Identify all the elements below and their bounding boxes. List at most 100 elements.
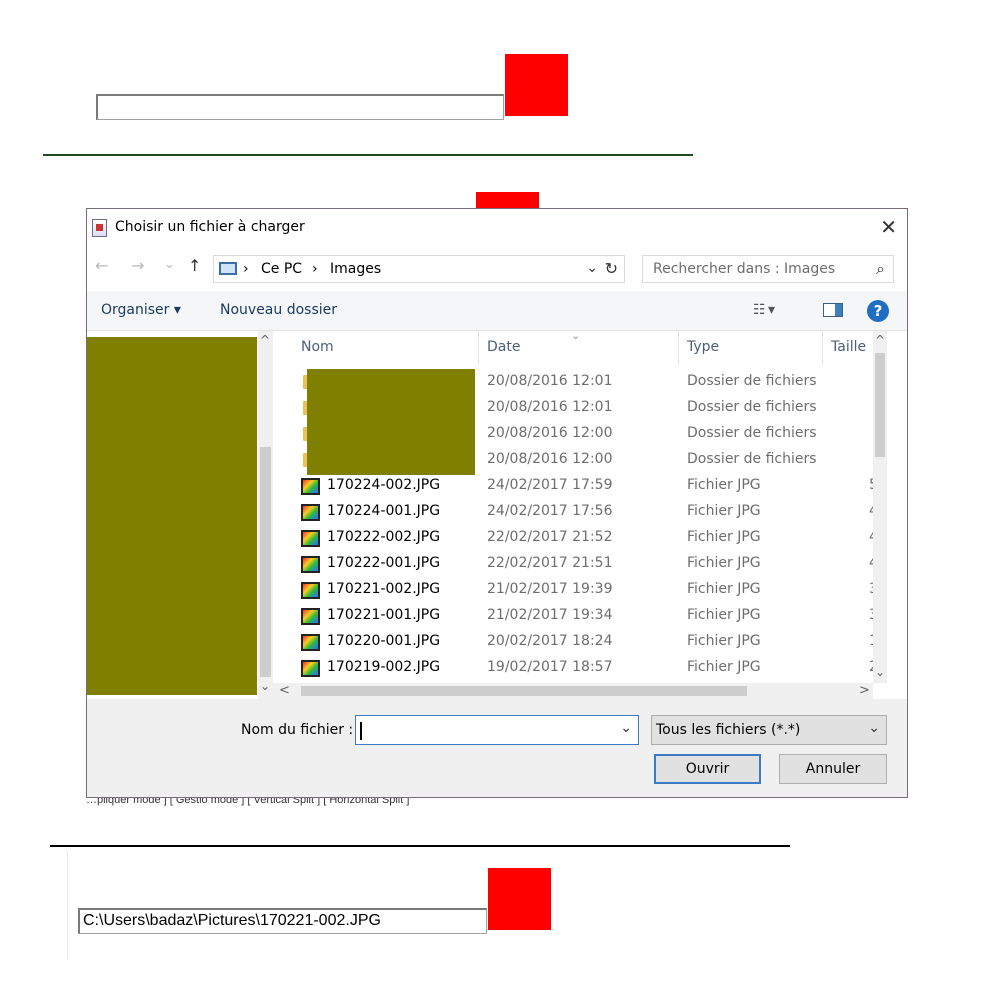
file-type: Fichier JPG — [687, 659, 761, 675]
text-caret — [360, 722, 362, 740]
dialog-title-bar[interactable]: Choisir un fichier à charger ✕ — [87, 209, 907, 247]
column-header-name-label: Nom — [301, 339, 334, 355]
jpg-file-icon — [301, 634, 320, 651]
address-dropdown-chevron-icon[interactable]: ⌄ — [586, 260, 598, 276]
search-box[interactable]: Rechercher dans : Images ⌕ — [642, 255, 894, 283]
navigation-pane-scrollbar[interactable]: ^ ⌄ — [258, 331, 273, 699]
preview-pane-icon[interactable] — [823, 303, 843, 317]
file-date: 22/02/2017 21:51 — [487, 555, 613, 571]
sort-indicator-icon: ⌄ — [571, 329, 581, 342]
scrollbar-thumb[interactable] — [875, 353, 885, 457]
file-type-filter-select[interactable]: Tous les fichiers (*.*) ⌄ — [651, 715, 887, 745]
search-icon[interactable]: ⌕ — [876, 259, 885, 279]
breadcrumb-images[interactable]: Images — [330, 261, 381, 277]
scroll-up-arrow-icon[interactable]: ^ — [260, 333, 270, 347]
table-row[interactable]: 170219-002.JPG 19/02/2017 18:57 Fichier JP… — [273, 655, 873, 681]
jpg-file-icon — [301, 478, 320, 495]
jpg-file-icon — [301, 556, 320, 573]
recent-locations-chevron-icon[interactable]: ⌄ — [164, 257, 175, 272]
resize-grip-icon[interactable]: ⋰ — [896, 797, 905, 798]
redacted-navigation-tree — [87, 337, 257, 695]
column-header-size[interactable]: Taille — [823, 331, 873, 365]
address-bar[interactable]: › Ce PC › Images ⌄ ↻ — [213, 255, 625, 283]
scrollbar-thumb[interactable] — [260, 447, 271, 677]
navigation-bar: ← → ⌄ ↑ › Ce PC › Images ⌄ ↻ Rechercher … — [87, 247, 907, 291]
dialog-footer: Nom du fichier : ⌄ Tous les fichiers (*.… — [87, 699, 907, 798]
scroll-left-arrow-icon[interactable]: < — [279, 683, 290, 698]
column-header-name[interactable]: Nom — [273, 331, 479, 365]
file-type: Fichier JPG — [687, 529, 761, 545]
file-name: 170221-002.JPG — [327, 581, 441, 597]
file-list-horizontal-scrollbar[interactable]: < > — [273, 683, 873, 699]
table-row[interactable]: 170222-002.JPG 22/02/2017 21:52 Fichier JP… — [273, 525, 873, 551]
jpg-file-icon — [301, 608, 320, 625]
table-row[interactable]: 170224-001.JPG 24/02/2017 17:56 Fichier JP… — [273, 499, 873, 525]
open-button[interactable]: Ouvrir — [654, 754, 761, 784]
file-type: Fichier JPG — [687, 503, 761, 519]
column-header-type-label: Type — [687, 339, 720, 355]
refresh-icon[interactable]: ↻ — [605, 259, 618, 278]
file-list: Nom Date ⌄ Type Taille 20/08/2016 12:01 D… — [273, 329, 887, 699]
file-date: 24/02/2017 17:56 — [487, 503, 613, 519]
file-date: 20/02/2017 18:24 — [487, 633, 613, 649]
table-row[interactable]: 170224-002.JPG 24/02/2017 17:59 Fichier JP… — [273, 473, 873, 499]
chevron-down-icon[interactable]: ⌄ — [868, 720, 880, 736]
file-name: 170224-002.JPG — [327, 477, 441, 493]
file-name: 170222-002.JPG — [327, 529, 441, 545]
scroll-up-arrow-icon[interactable]: ^ — [875, 333, 885, 347]
scroll-down-arrow-icon[interactable]: ⌄ — [875, 665, 885, 679]
filename-history-chevron-icon[interactable]: ⌄ — [620, 720, 632, 736]
command-toolbar: Organiser ▾ Nouveau dossier ☷ ▾ ? — [87, 291, 907, 331]
file-type-filter-value: Tous les fichiers (*.*) — [656, 722, 801, 738]
file-type: Dossier de fichiers — [687, 425, 817, 441]
table-row[interactable]: 170221-001.JPG 21/02/2017 19:34 Fichier JP… — [273, 603, 873, 629]
search-placeholder: Rechercher dans : Images — [653, 261, 836, 277]
back-arrow-icon[interactable]: ← — [95, 256, 108, 275]
jpg-file-icon — [301, 582, 320, 599]
column-header-size-label: Taille — [831, 339, 867, 355]
close-icon[interactable]: ✕ — [880, 215, 897, 239]
top-text-input[interactable] — [96, 94, 504, 120]
new-folder-button[interactable]: Nouveau dossier — [220, 302, 337, 318]
file-open-dialog: Choisir un fichier à charger ✕ ← → ⌄ ↑ ›… — [86, 208, 908, 798]
organize-menu-button[interactable]: Organiser ▾ — [101, 302, 181, 318]
scrollbar-thumb[interactable] — [301, 686, 747, 696]
table-row[interactable]: 170222-001.JPG 22/02/2017 21:51 Fichier JP… — [273, 551, 873, 577]
file-date: 21/02/2017 19:39 — [487, 581, 613, 597]
view-options-icon[interactable]: ☷ ▾ — [753, 302, 775, 318]
file-type: Fichier JPG — [687, 581, 761, 597]
file-name: 170221-001.JPG — [327, 607, 441, 623]
jpg-file-icon — [301, 530, 320, 547]
jpg-file-icon — [301, 504, 320, 521]
file-type: Fichier JPG — [687, 477, 761, 493]
filename-input[interactable]: ⌄ — [355, 715, 639, 745]
breadcrumb-separator: › — [243, 261, 249, 277]
selected-path-input[interactable]: C:\Users\badaz\Pictures\170221-002.JPG — [78, 908, 487, 934]
table-row[interactable]: 170220-001.JPG 20/02/2017 18:24 Fichier JP… — [273, 629, 873, 655]
file-date: 20/08/2016 12:00 — [487, 425, 613, 441]
table-row[interactable]: 170221-002.JPG 21/02/2017 19:39 Fichier JP… — [273, 577, 873, 603]
column-header-type[interactable]: Type — [679, 331, 823, 365]
scroll-right-arrow-icon[interactable]: > — [859, 683, 870, 698]
file-list-vertical-scrollbar[interactable]: ^ ⌄ — [873, 331, 887, 683]
file-date: 20/08/2016 12:00 — [487, 451, 613, 467]
forward-arrow-icon[interactable]: → — [131, 256, 144, 275]
file-date: 24/02/2017 17:59 — [487, 477, 613, 493]
breadcrumb-separator: › — [312, 261, 318, 277]
file-name: 170220-001.JPG — [327, 633, 441, 649]
file-type: Fichier JPG — [687, 607, 761, 623]
column-header-date-label: Date — [487, 339, 521, 355]
file-date: 19/02/2017 18:57 — [487, 659, 613, 675]
file-type: Fichier JPG — [687, 633, 761, 649]
file-type: Fichier JPG — [687, 555, 761, 571]
up-arrow-icon[interactable]: ↑ — [188, 256, 201, 275]
dialog-title: Choisir un fichier à charger — [115, 219, 305, 235]
bottom-divider — [50, 845, 790, 847]
scroll-down-arrow-icon[interactable]: ⌄ — [260, 679, 270, 693]
breadcrumb-this-pc[interactable]: Ce PC — [261, 261, 302, 277]
cancel-button[interactable]: Annuler — [779, 754, 887, 784]
navigation-pane[interactable]: ^ ⌄ — [87, 331, 273, 699]
help-icon[interactable]: ? — [867, 300, 889, 322]
file-type: Dossier de fichiers — [687, 451, 817, 467]
file-date: 20/08/2016 12:01 — [487, 399, 613, 415]
